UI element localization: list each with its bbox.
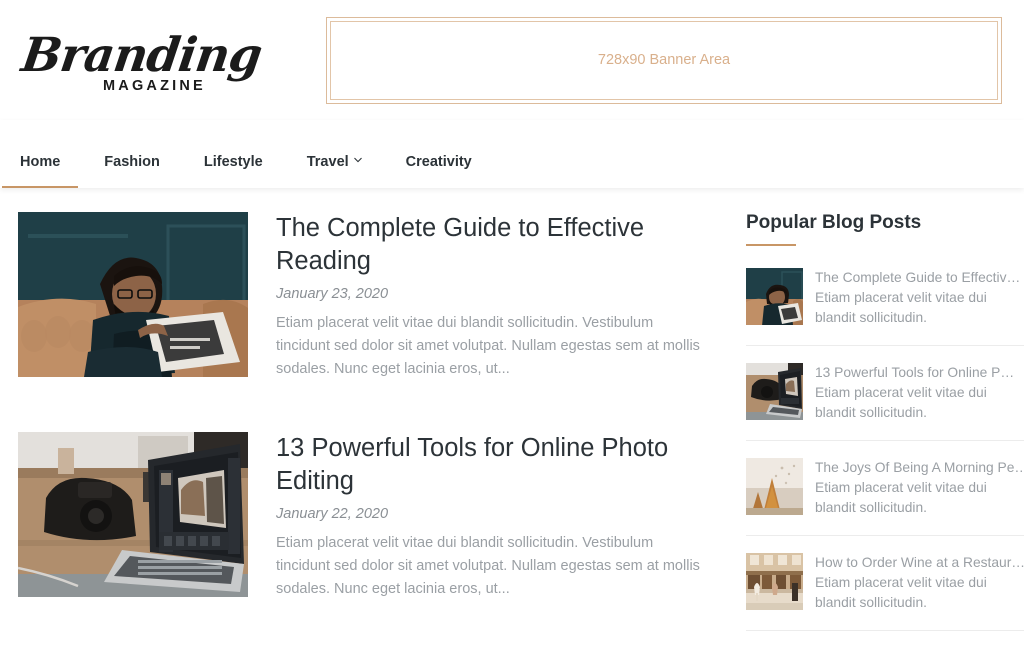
popular-post-text: How to Order Wine at a Restaur… Etiam pl… [803, 553, 1024, 613]
banner-ad-slot[interactable]: 728x90 Banner Area [326, 16, 1002, 104]
nav-item-travel[interactable]: Travel [307, 154, 362, 188]
popular-post-item[interactable]: The Joys Of Being A Morning Pe… Etiam pl… [746, 458, 1024, 536]
popular-post-item[interactable]: The Complete Guide to Effectiv… Etiam pl… [746, 268, 1024, 346]
popular-post-thumbnail-reading [746, 268, 803, 325]
post-list: The Complete Guide to Effective Reading … [18, 212, 708, 652]
post-thumbnail-photo-editing[interactable] [18, 432, 248, 597]
nav-list: Home Fashion Lifestyle Travel Creativity [0, 120, 1024, 188]
nav-item-home-label: Home [20, 154, 61, 170]
widget-title: Popular Blog Posts [746, 212, 922, 233]
logo-wordmark: Branding [18, 28, 265, 83]
site-header: Branding MAGAZINE 728x90 Banner Area [0, 0, 1024, 120]
popular-post-text: The Joys Of Being A Morning Pe… Etiam pl… [803, 458, 1024, 518]
post-body: The Complete Guide to Effective Reading … [248, 212, 708, 381]
post-title[interactable]: 13 Powerful Tools for Online Photo Editi… [276, 432, 708, 498]
nav-item-creativity-label: Creativity [405, 154, 472, 170]
post-date: January 23, 2020 [276, 286, 389, 302]
page-body: The Complete Guide to Effective Reading … [0, 188, 1024, 652]
nav-item-lifestyle-label: Lifestyle [203, 154, 263, 170]
post-thumbnail-reading[interactable] [18, 212, 248, 377]
post-item: 13 Powerful Tools for Online Photo Editi… [18, 432, 708, 601]
sidebar: Popular Blog Posts The Complete Guide to… [708, 212, 1024, 652]
popular-post-excerpt: Etiam placerat velit vitae dui blandit s… [815, 290, 987, 325]
post-title[interactable]: The Complete Guide to Effective Reading [276, 212, 708, 278]
nav-item-lifestyle[interactable]: Lifestyle [204, 154, 263, 188]
popular-post-item[interactable]: How to Order Wine at a Restaur… Etiam pl… [746, 553, 1024, 631]
popular-post-excerpt: Etiam placerat velit vitae dui blandit s… [815, 385, 987, 420]
post-excerpt: Etiam placerat velit vitae dui blandit s… [276, 315, 700, 377]
popular-post-thumbnail-photo-editing [746, 363, 803, 420]
nav-item-fashion[interactable]: Fashion [104, 154, 160, 188]
banner-ad-inner: 728x90 Banner Area [330, 20, 998, 100]
nav-item-travel-label: Travel [306, 154, 349, 170]
nav-item-fashion-label: Fashion [104, 154, 160, 170]
nav-item-home[interactable]: Home [1, 154, 79, 188]
widget-title-underline [746, 244, 796, 246]
popular-post-item[interactable]: 13 Powerful Tools for Online P… Etiam pl… [746, 363, 1024, 441]
popular-post-title: 13 Powerful Tools for Online P… [815, 365, 1015, 380]
popular-post-text: 13 Powerful Tools for Online P… Etiam pl… [803, 363, 1024, 423]
logo-subtitle: MAGAZINE [103, 78, 206, 94]
popular-post-title: The Complete Guide to Effectiv… [815, 270, 1021, 285]
post-excerpt: Etiam placerat velit vitae dui blandit s… [276, 535, 700, 597]
post-date: January 22, 2020 [276, 506, 389, 522]
main-navigation: Home Fashion Lifestyle Travel Creativity [0, 120, 1024, 188]
popular-post-thumbnail-restaurant [746, 553, 803, 610]
post-body: 13 Powerful Tools for Online Photo Editi… [248, 432, 708, 601]
banner-ad-label: 728x90 Banner Area [597, 52, 731, 68]
popular-post-excerpt: Etiam placerat velit vitae dui blandit s… [815, 480, 987, 515]
site-logo[interactable]: Branding MAGAZINE [18, 18, 318, 102]
post-item: The Complete Guide to Effective Reading … [18, 212, 708, 381]
popular-post-text: The Complete Guide to Effectiv… Etiam pl… [803, 268, 1024, 328]
nav-item-creativity[interactable]: Creativity [406, 154, 472, 188]
popular-post-title: The Joys Of Being A Morning Pe… [815, 460, 1024, 475]
popular-posts-widget: Popular Blog Posts The Complete Guide to… [746, 212, 1024, 631]
popular-post-excerpt: Etiam placerat velit vitae dui blandit s… [815, 575, 987, 610]
chevron-down-icon [353, 156, 362, 164]
popular-post-title: How to Order Wine at a Restaur… [815, 555, 1024, 570]
popular-post-thumbnail-morning [746, 458, 803, 515]
